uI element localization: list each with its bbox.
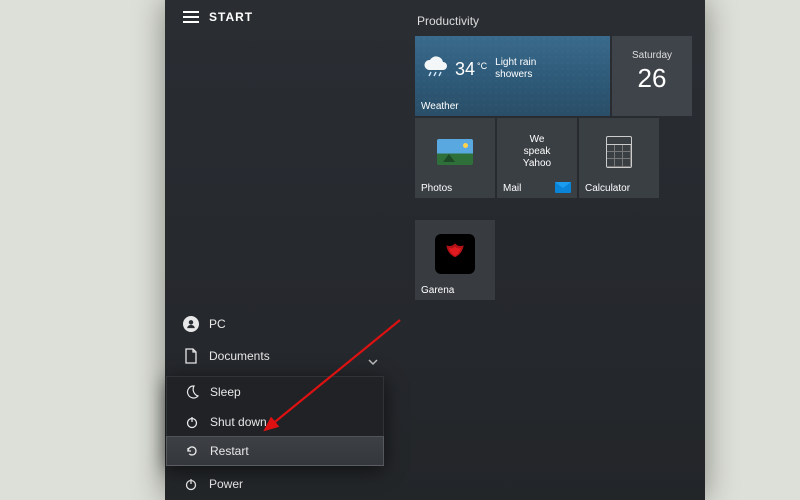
calculator-icon	[606, 136, 632, 168]
document-icon	[183, 348, 199, 364]
power-restart[interactable]: Restart	[166, 436, 384, 466]
tile-label: Mail	[503, 183, 521, 194]
garena-tile[interactable]: Garena	[415, 220, 495, 300]
start-title: START	[209, 10, 253, 24]
power-flyout: Sleep Shut down Restart	[166, 376, 384, 466]
moon-icon	[184, 384, 200, 400]
rail-user[interactable]: PC	[165, 308, 385, 340]
mail-headline: We speak Yahoo	[517, 134, 557, 170]
photos-tile[interactable]: Photos	[415, 118, 495, 198]
tile-label: Photos	[421, 183, 452, 194]
rail-user-label: PC	[209, 317, 226, 331]
power-shutdown[interactable]: Shut down	[167, 407, 383, 437]
power-restart-label: Restart	[210, 444, 249, 458]
weather-temp-value: 34	[455, 59, 475, 79]
hamburger-icon[interactable]	[183, 11, 199, 23]
restart-icon	[184, 443, 200, 459]
user-icon	[183, 316, 199, 332]
tile-label: Weather	[421, 101, 459, 112]
tiles-section-title: Productivity	[415, 14, 695, 28]
mail-tile[interactable]: We speak Yahoo Mail	[497, 118, 577, 198]
calendar-date: 26	[612, 63, 692, 94]
rail-documents[interactable]: Documents	[165, 340, 385, 372]
power-sleep-label: Sleep	[210, 385, 241, 399]
mail-icon	[555, 182, 571, 193]
rail-power-label: Power	[209, 477, 243, 491]
power-sleep[interactable]: Sleep	[167, 377, 383, 407]
garena-icon	[435, 234, 475, 274]
calculator-tile[interactable]: Calculator	[579, 118, 659, 198]
cloud-rain-icon	[421, 56, 451, 83]
rail-power[interactable]: Power	[165, 468, 385, 500]
tiles-area: Productivity 34°C Light rain showers Wea…	[415, 14, 695, 300]
weather-condition: Light rain showers	[495, 57, 536, 81]
tile-label: Calculator	[585, 183, 630, 194]
weather-temp: 34°C	[455, 59, 485, 80]
power-shutdown-label: Shut down	[210, 415, 267, 429]
calendar-day: Saturday	[612, 50, 692, 61]
weather-tile[interactable]: 34°C Light rain showers Weather	[415, 36, 610, 116]
calendar-tile[interactable]: Saturday 26	[612, 36, 692, 116]
photos-icon	[437, 139, 473, 165]
start-menu: START Productivity 34°C Light rain showe…	[165, 0, 705, 500]
power-icon	[183, 476, 199, 492]
weather-temp-unit: °C	[477, 61, 487, 71]
power-icon	[184, 414, 200, 430]
tile-label: Garena	[421, 285, 454, 296]
rail-documents-label: Documents	[209, 349, 270, 363]
left-rail: PC Documents Sleep Shut down	[165, 308, 385, 500]
